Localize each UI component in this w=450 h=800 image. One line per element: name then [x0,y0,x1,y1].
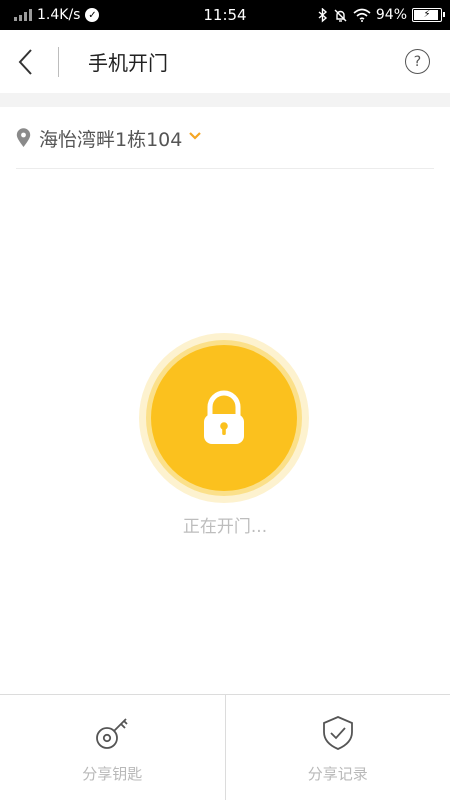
unlock-button-ring [146,340,302,496]
share-records-button[interactable]: 分享记录 [224,695,450,800]
location-name: 海怡湾畔1栋104 [39,128,183,151]
unlock-button[interactable] [139,333,309,503]
location-selector[interactable]: 海怡湾畔1栋104 [0,107,450,169]
back-arrow-icon [18,48,32,75]
location-underline [16,168,434,169]
help-button[interactable]: ? [405,49,430,74]
wifi-icon [353,8,371,22]
share-records-label: 分享记录 [307,765,368,783]
share-key-button[interactable]: 分享钥匙 [0,695,225,800]
bottom-bar: 分享钥匙 分享记录 [0,694,450,800]
location-pin-icon [16,128,31,147]
status-bar: 1.4K/s ✓ 11:54 94% ⚡ [0,0,450,30]
bluetooth-icon [318,7,327,23]
page-title: 手机开门 [88,51,168,75]
lock-icon [204,390,244,444]
check-circle-icon: ✓ [85,8,100,22]
net-speed: 1.4K/s [37,7,81,23]
section-divider [0,93,450,107]
battery-icon: ⚡ [412,8,445,22]
header-divider [58,46,59,77]
unlock-status-text: 正在开门... [182,517,268,537]
shield-check-icon [322,716,353,750]
help-icon: ? [413,53,422,70]
mute-bell-icon [334,9,347,22]
chevron-down-icon [189,132,202,140]
back-button[interactable] [0,30,50,93]
battery-percent: 94% [375,7,407,23]
header: 手机开门 ? [0,30,450,93]
signal-icon [14,9,32,21]
key-icon [96,718,128,749]
unlock-button-core [151,345,297,491]
share-key-label: 分享钥匙 [82,765,143,783]
